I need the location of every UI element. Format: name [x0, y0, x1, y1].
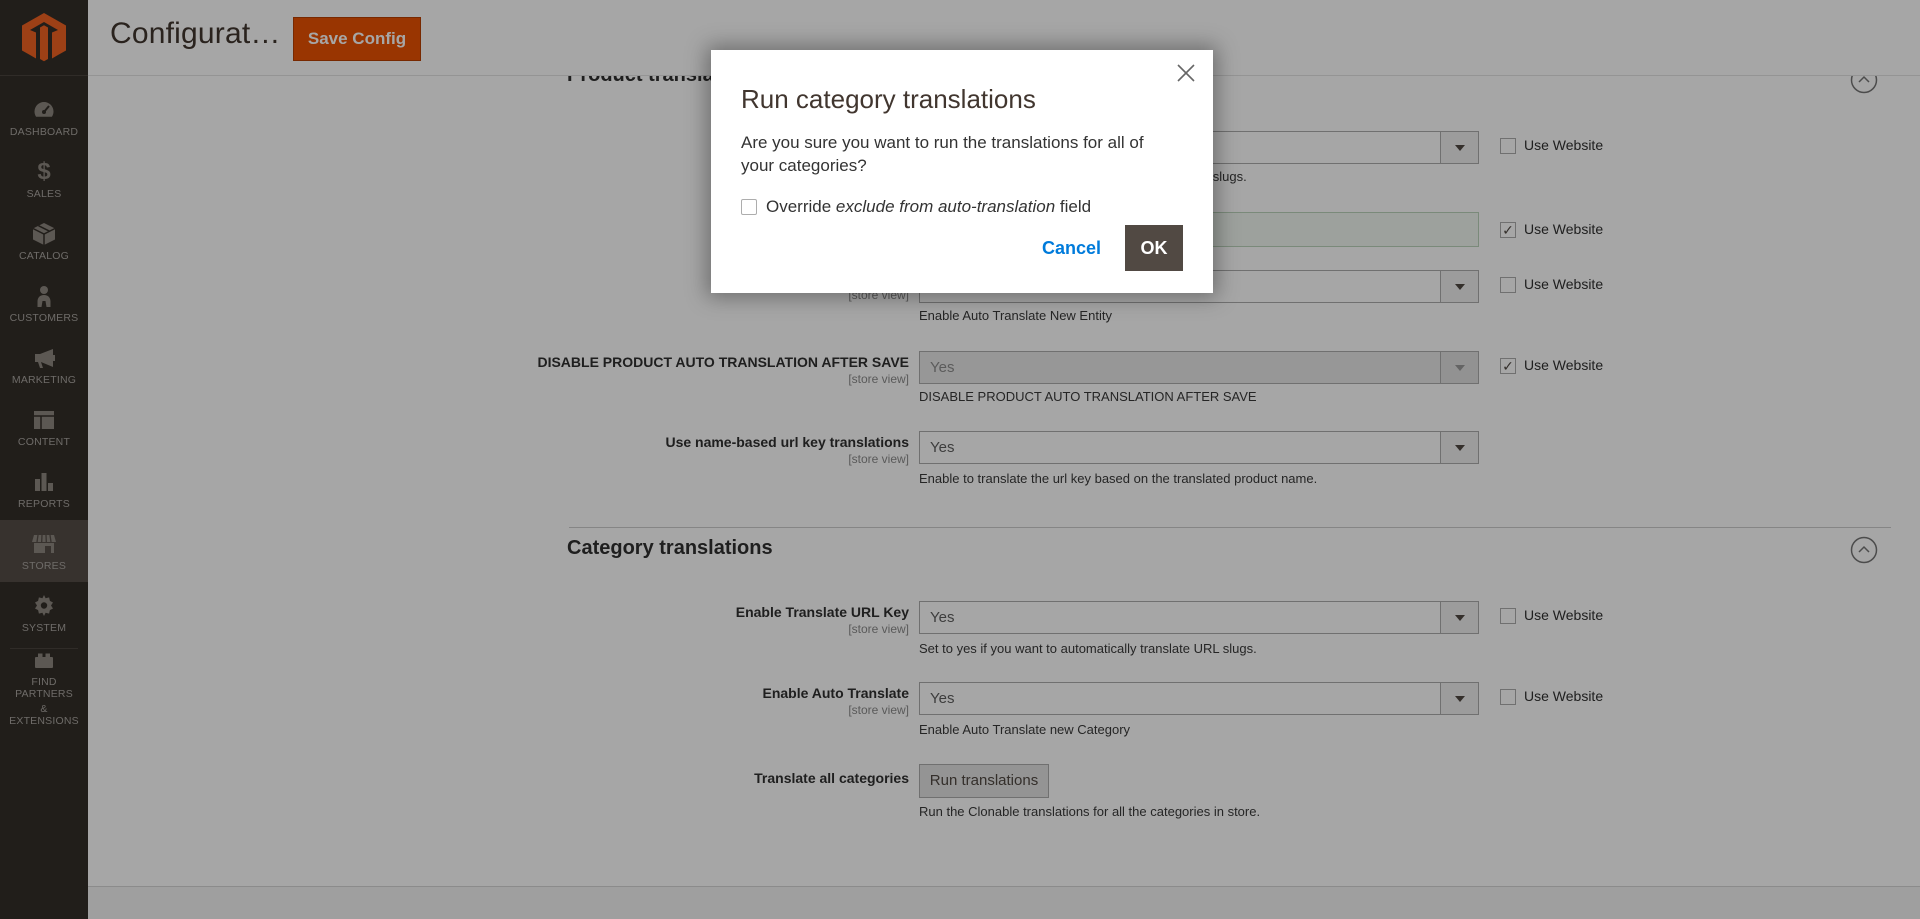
dialog-message: Are you sure you want to run the transla…	[741, 131, 1161, 177]
override-exclude-checkbox[interactable]	[741, 199, 757, 215]
run-category-translations-dialog: Run category translations Are you sure y…	[711, 50, 1213, 293]
cancel-button[interactable]: Cancel	[1042, 238, 1101, 259]
dialog-title: Run category translations	[741, 84, 1183, 115]
ok-button[interactable]: OK	[1125, 225, 1183, 271]
override-checkbox-label: Override exclude from auto-translation f…	[766, 197, 1091, 217]
close-icon[interactable]	[1175, 62, 1197, 84]
